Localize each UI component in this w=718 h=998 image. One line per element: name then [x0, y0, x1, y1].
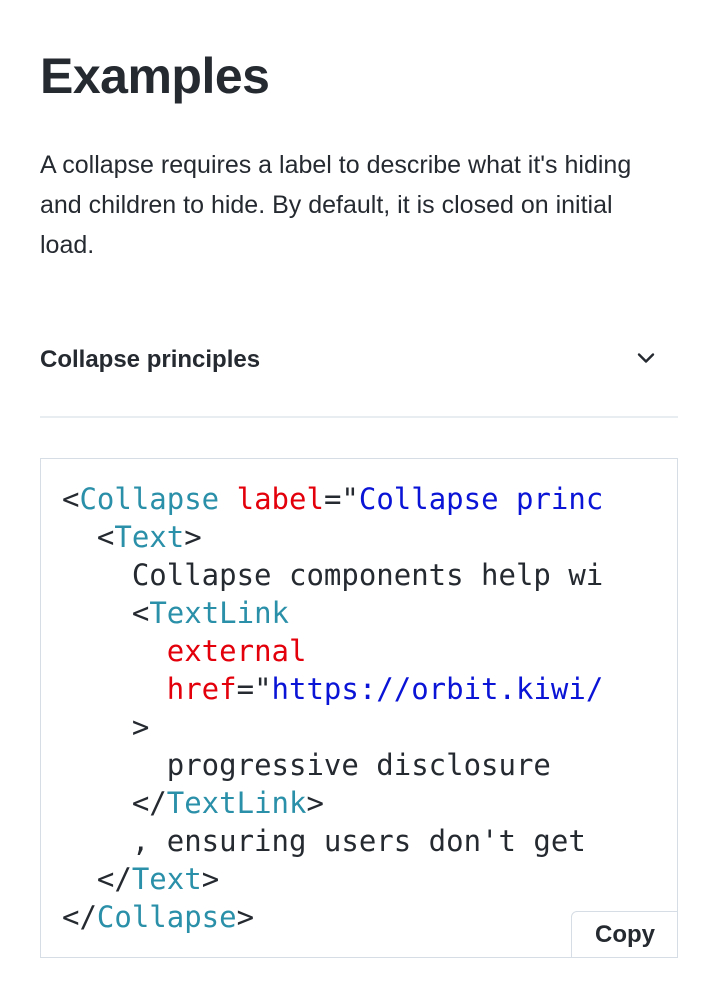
code-punct: = [323, 482, 342, 516]
code-line: <TextLink [62, 594, 603, 632]
divider [40, 416, 678, 418]
copy-button[interactable]: Copy [571, 911, 677, 957]
code-line: Collapse components help wi [62, 556, 603, 594]
code-block: <Collapse label="Collapse princ <Text> C… [40, 458, 678, 958]
code-tag: TextLink [149, 596, 289, 630]
code-punct: > [306, 786, 324, 820]
code-punct: " [341, 482, 359, 516]
code-punct: = [236, 672, 255, 706]
code-punct: </ [96, 862, 132, 896]
code-punct: > [201, 862, 220, 896]
code-punct: < [131, 596, 150, 630]
code-tag: TextLink [166, 786, 307, 820]
code-line: > [62, 708, 603, 746]
code-tag: Collapse [79, 482, 220, 516]
code-punct: </ [131, 786, 167, 820]
code-attribute: label [236, 482, 324, 516]
code-line: , ensuring users don't get [62, 822, 603, 860]
code-line: external [62, 632, 603, 670]
code-string: https://orbit.kiwi/ [271, 672, 604, 706]
code-line: <Collapse label="Collapse princ [62, 480, 603, 518]
code-text: Collapse components help wi [131, 558, 604, 592]
code-attribute: href [166, 672, 237, 706]
code-content: <Collapse label="Collapse princ <Text> C… [62, 480, 603, 936]
code-punct: > [131, 710, 150, 744]
code-line: progressive disclosure [62, 746, 603, 784]
code-punct: < [96, 520, 115, 554]
chevron-down-icon[interactable] [634, 346, 658, 370]
intro-paragraph: A collapse requires a label to describe … [40, 151, 632, 259]
collapse-label: Collapse principles [40, 346, 261, 373]
code-tag: Text [114, 520, 185, 554]
code-line: </Collapse> [62, 898, 603, 936]
code-tag: Text [131, 862, 202, 896]
code-text: progressive disclosure [166, 748, 551, 782]
code-line: </TextLink> [62, 784, 603, 822]
code-tag: Collapse [96, 900, 237, 934]
code-punct: </ [62, 900, 97, 934]
code-text: , ensuring users don't get [131, 824, 586, 858]
code-punct: > [236, 900, 255, 934]
code-string: Collapse princ [358, 482, 604, 516]
code-line: href="https://orbit.kiwi/ [62, 670, 604, 708]
code-punct: " [254, 672, 272, 706]
code-punct: > [184, 520, 202, 554]
code-punct: < [62, 482, 80, 516]
collapse-toggle[interactable]: Collapse principles [40, 320, 678, 400]
code-attribute: external [166, 634, 307, 668]
code-line: <Text> [62, 518, 603, 556]
code-line: </Text> [62, 860, 603, 898]
page-title: Examples [40, 48, 270, 104]
